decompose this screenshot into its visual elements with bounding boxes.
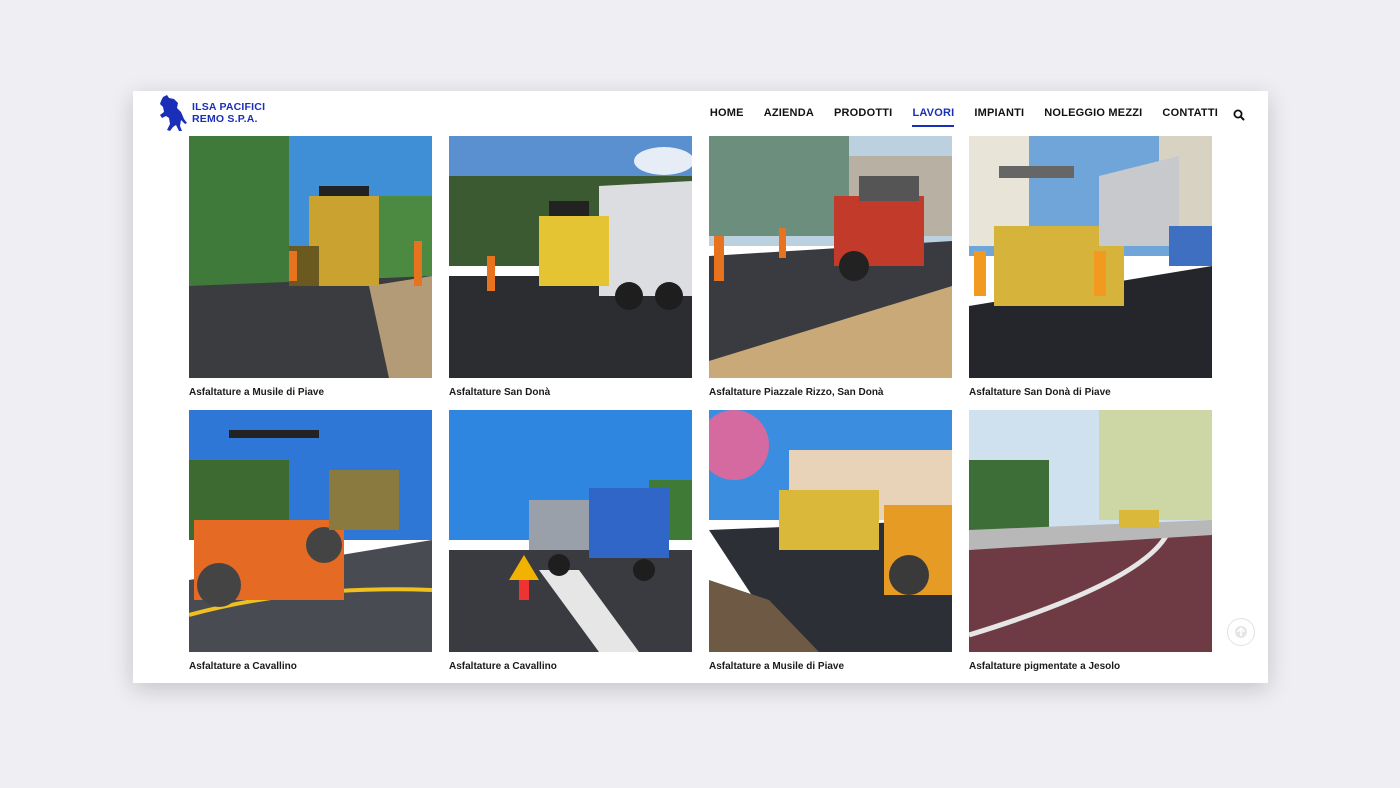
project-photo[interactable] [709,136,952,378]
nav-item-lavori[interactable]: LAVORI [912,107,955,127]
brand-name-line1: ILSA PACIFICI [192,101,266,113]
project-card[interactable]: Asfaltature a Musile di Piave [709,410,952,672]
project-caption[interactable]: Asfaltature a Musile di Piave [709,661,952,672]
project-card[interactable]: Asfaltature a Cavallino [189,410,432,672]
project-caption[interactable]: Asfaltature San Donà [449,387,692,398]
project-card[interactable]: Asfaltature San Donà di Piave [969,136,1212,398]
project-card[interactable]: Asfaltature San Donà [449,136,692,398]
project-photo[interactable] [709,410,952,652]
project-caption[interactable]: Asfaltature pigmentate a Jesolo [969,661,1212,672]
project-photo[interactable] [189,136,432,378]
nav-item-prodotti[interactable]: PRODOTTI [834,107,892,119]
project-photo[interactable] [449,136,692,378]
nav-item-impianti[interactable]: IMPIANTI [974,107,1024,119]
project-card[interactable]: Asfaltature a Cavallino [449,410,692,672]
project-photo[interactable] [449,410,692,652]
site-header: ILSA PACIFICI REMO S.P.A. HOME AZIENDA P… [133,91,1268,135]
project-caption[interactable]: Asfaltature San Donà di Piave [969,387,1212,398]
browser-frame: ILSA PACIFICI REMO S.P.A. HOME AZIENDA P… [133,91,1268,683]
brand-logo[interactable]: ILSA PACIFICI REMO S.P.A. [157,93,265,133]
main-nav: HOME AZIENDA PRODOTTI LAVORI IMPIANTI NO… [690,91,1218,135]
project-photo[interactable] [969,410,1212,652]
rearing-horse-icon [160,95,187,131]
project-card[interactable]: Asfaltature a Musile di Piave [189,136,432,398]
project-caption[interactable]: Asfaltature a Cavallino [189,661,432,672]
nav-item-home[interactable]: HOME [710,107,744,119]
nav-item-contatti[interactable]: CONTATTI [1162,107,1218,119]
nav-item-azienda[interactable]: AZIENDA [764,107,814,119]
project-photo[interactable] [969,136,1212,378]
brand-name-line2: REMO S.P.A. [192,113,258,125]
project-caption[interactable]: Asfaltature a Musile di Piave [189,387,432,398]
arrow-up-icon [1235,626,1247,638]
project-caption[interactable]: Asfaltature Piazzale Rizzo, San Donà [709,387,952,398]
project-photo[interactable] [189,410,432,652]
project-caption[interactable]: Asfaltature a Cavallino [449,661,692,672]
project-card[interactable]: Asfaltature pigmentate a Jesolo [969,410,1212,672]
nav-item-noleggio-mezzi[interactable]: NOLEGGIO MEZZI [1044,107,1142,119]
search-button[interactable] [1232,108,1246,122]
search-icon [1233,109,1245,121]
project-card[interactable]: Asfaltature Piazzale Rizzo, San Donà [709,136,952,398]
scroll-to-top-button[interactable] [1227,618,1255,646]
brand-name: ILSA PACIFICI REMO S.P.A. [192,101,265,125]
